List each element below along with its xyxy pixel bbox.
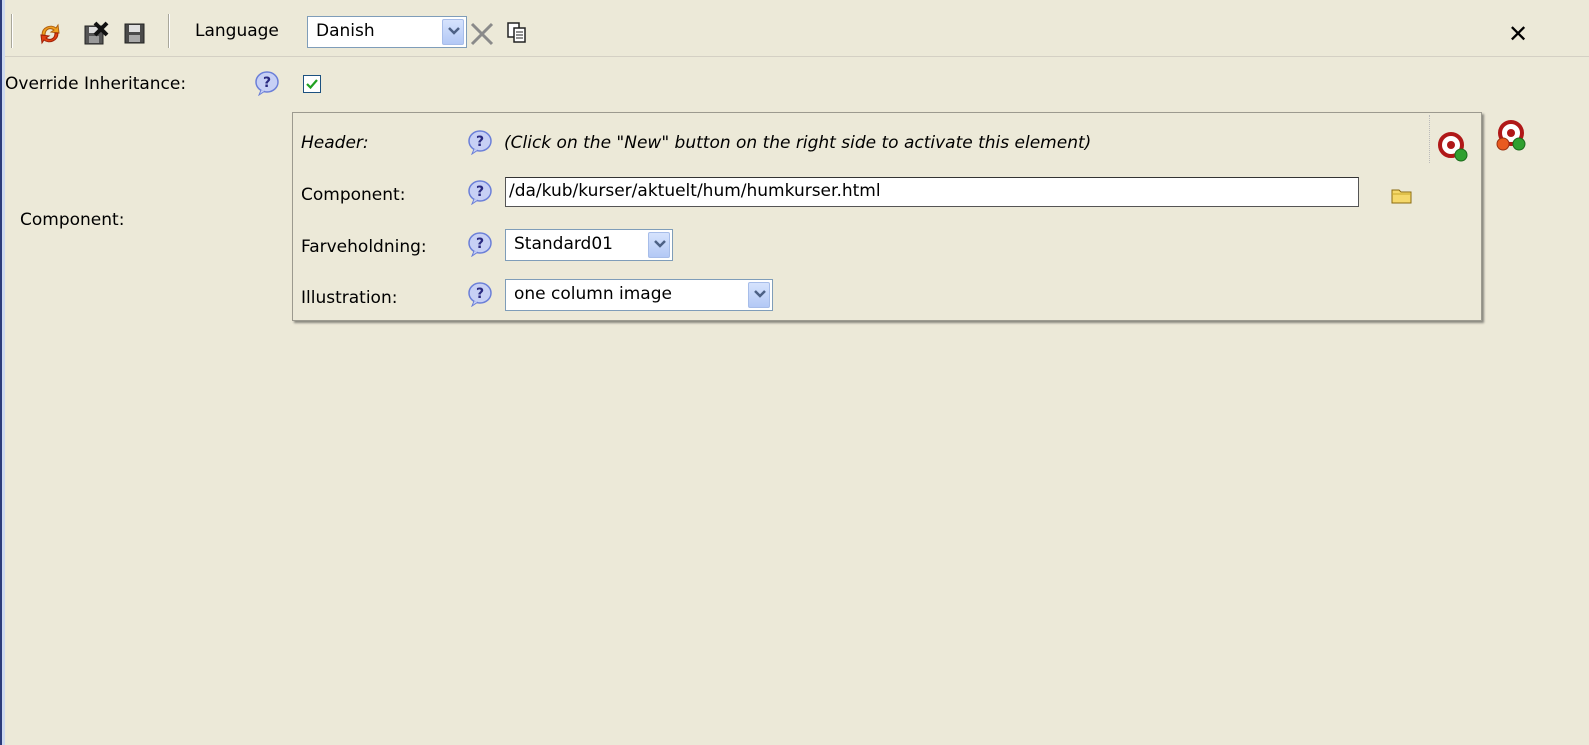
add-element-icon[interactable]: [1493, 118, 1531, 159]
folder-icon[interactable]: [1391, 187, 1413, 210]
copy-icon[interactable]: [505, 20, 529, 49]
language-select-value: Danish: [316, 21, 375, 41]
svg-text:?: ?: [476, 236, 484, 252]
left-border-highlight: [2, 0, 5, 745]
language-select[interactable]: Danish: [307, 16, 467, 48]
chevron-down-icon[interactable]: [748, 282, 770, 308]
toolbar: Language Danish ✕: [5, 8, 1589, 57]
chevron-down-icon[interactable]: [648, 232, 670, 258]
delete-save-icon[interactable]: [83, 21, 109, 52]
component-panel: Header: ? (Click on the "New" button on …: [292, 112, 1482, 321]
header-hint: (Click on the "New" button on the right …: [504, 133, 1092, 153]
farveholdning-select[interactable]: Standard01: [505, 229, 673, 261]
publish-icon[interactable]: [37, 21, 63, 52]
svg-text:?: ?: [263, 75, 271, 91]
new-element-icon[interactable]: [1437, 131, 1471, 170]
farveholdning-label: Farveholdning:: [301, 237, 427, 257]
component-path-value: /da/kub/kurser/aktuelt/hum/humkurser.htm…: [509, 181, 881, 201]
help-icon[interactable]: ?: [467, 281, 492, 308]
illustration-label: Illustration:: [301, 288, 398, 308]
svg-text:?: ?: [476, 286, 484, 302]
component-path-input[interactable]: /da/kub/kurser/aktuelt/hum/humkurser.htm…: [505, 177, 1359, 207]
clear-icon[interactable]: [468, 20, 496, 53]
header-label: Header:: [301, 133, 369, 153]
svg-text:?: ?: [476, 184, 484, 200]
save-icon[interactable]: [123, 21, 147, 50]
help-icon[interactable]: ?: [467, 231, 492, 258]
help-icon[interactable]: ?: [467, 129, 492, 156]
override-inheritance-checkbox[interactable]: [303, 75, 321, 93]
toolbar-separator: [168, 14, 170, 48]
help-icon[interactable]: ?: [467, 179, 492, 206]
svg-text:?: ?: [476, 134, 484, 150]
chevron-down-icon[interactable]: [442, 19, 464, 45]
illustration-select[interactable]: one column image: [505, 279, 773, 311]
farveholdning-value: Standard01: [514, 234, 613, 254]
illustration-value: one column image: [514, 284, 672, 304]
override-inheritance-label: Override Inheritance:: [5, 74, 187, 94]
component-label: Component:: [20, 210, 125, 230]
close-icon[interactable]: ✕: [1508, 20, 1528, 48]
panel-separator: [1429, 115, 1430, 163]
help-icon[interactable]: ?: [254, 70, 279, 97]
panel-component-label: Component:: [301, 185, 406, 205]
language-label: Language: [195, 21, 279, 41]
toolbar-separator: [11, 14, 13, 48]
